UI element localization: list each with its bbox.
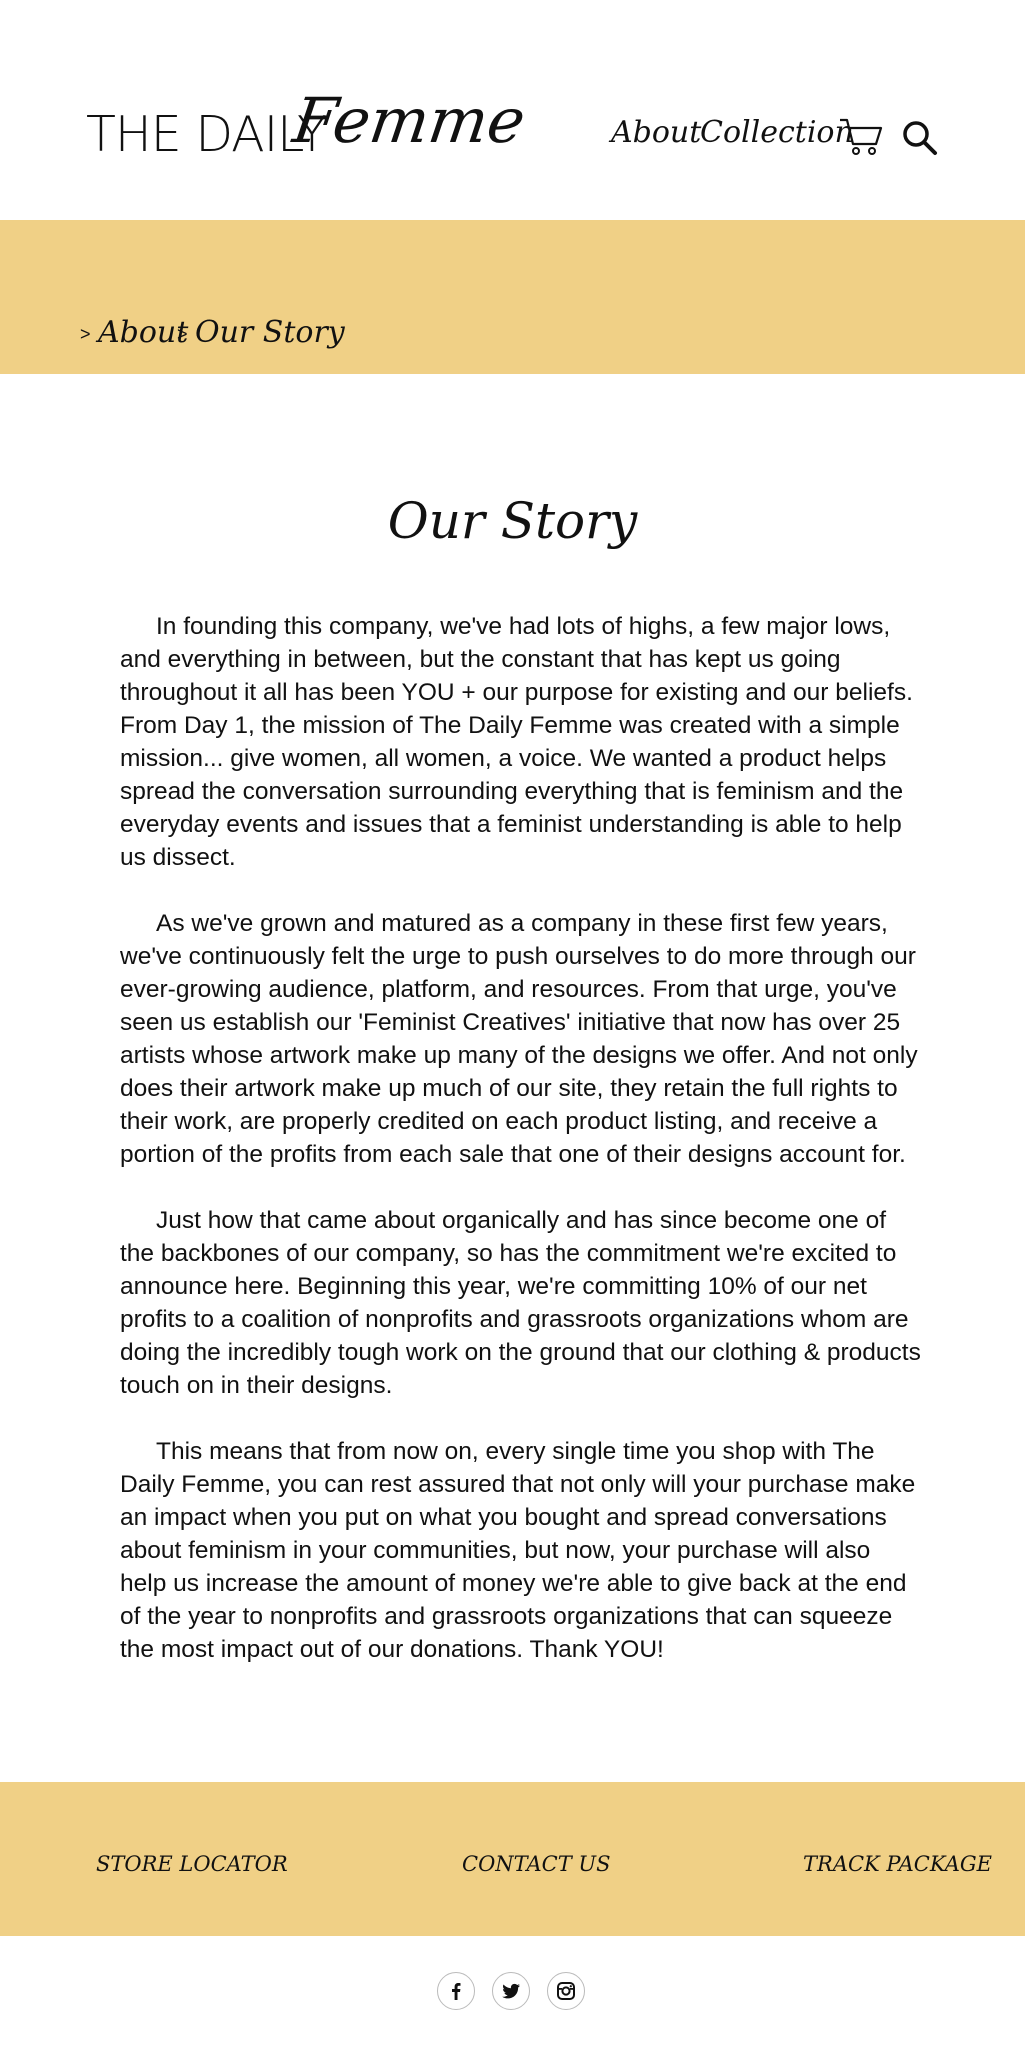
cart-icon[interactable] [838,116,884,158]
site-header: THE DAILY Femme About Collection [0,0,1025,220]
breadcrumb-separator: > [80,324,91,344]
breadcrumb-item-our-story[interactable]: Our Story [195,315,345,350]
search-icon[interactable] [900,118,940,158]
story-paragraph: As we've grown and matured as a company … [120,910,918,1168]
story-paragraph: This means that from now on, every singl… [120,1438,916,1663]
facebook-icon[interactable] [437,1972,475,2010]
footer-link-contact-us[interactable]: CONTACT US [462,1852,611,1876]
breadcrumb-separator: > [177,324,188,344]
nav-link-about[interactable]: About [611,115,701,150]
breadcrumb: > About > Our Story [0,220,1025,374]
nav-link-collection[interactable]: Collection [700,115,854,150]
story-paragraph: Just how that came about organically and… [120,1207,921,1399]
footer-link-store-locator[interactable]: STORE LOCATOR [96,1852,288,1876]
story-paragraph: In founding this company, we've had lots… [120,613,913,871]
footer-links: STORE LOCATOR CONTACT US TRACK PACKAGE [0,1782,1025,1936]
footer-link-track-package[interactable]: TRACK PACKAGE [803,1852,992,1876]
page-title: Our Story [387,492,638,550]
brand-logo[interactable]: THE DAILY Femme [86,84,530,194]
story-body: In founding this company, we've had lots… [120,610,922,1699]
social-links [437,1972,587,2012]
breadcrumb-item-about[interactable]: About [98,315,188,350]
logo-text-script: Femme [288,84,530,157]
twitter-icon[interactable] [492,1972,530,2010]
instagram-icon[interactable] [547,1972,585,2010]
